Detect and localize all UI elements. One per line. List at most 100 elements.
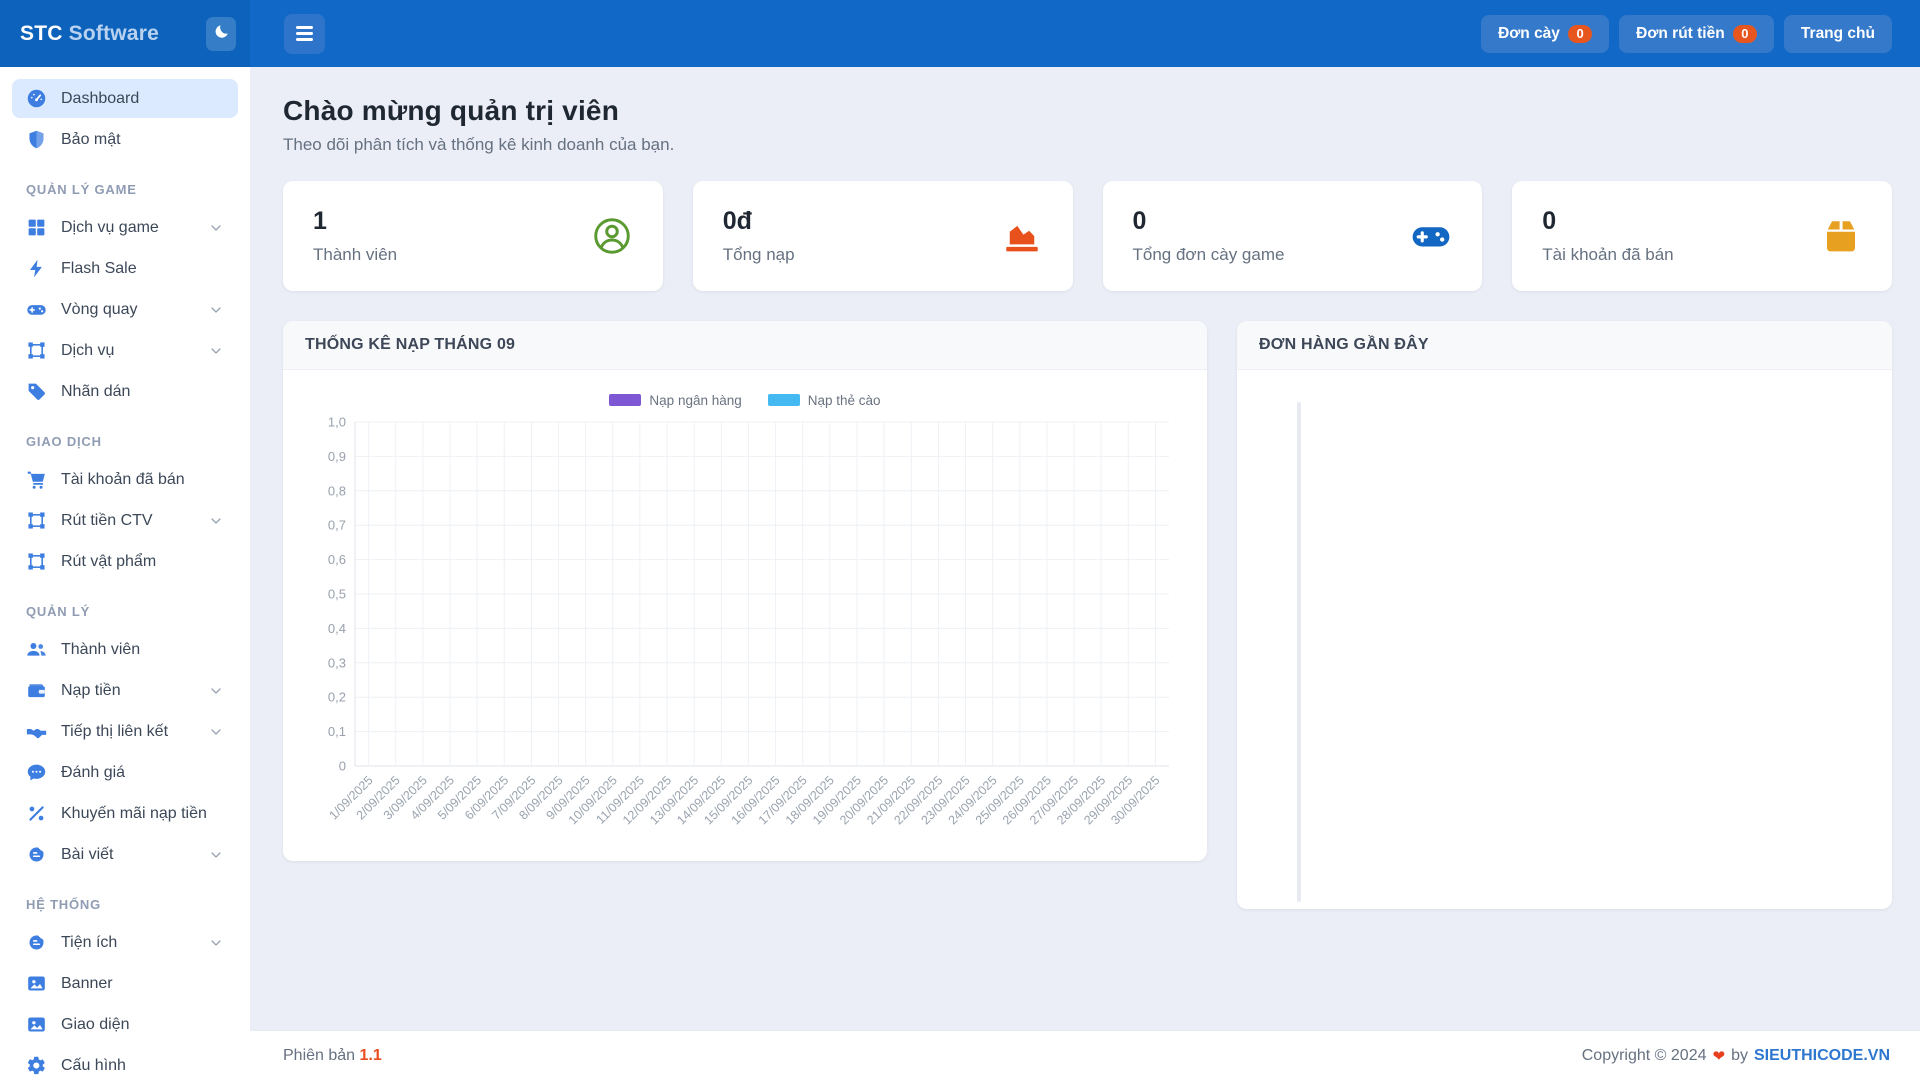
stat-label: Tổng đơn cày game bbox=[1133, 245, 1285, 265]
sidebar-item-bai-viet[interactable]: Bài viết bbox=[12, 835, 238, 874]
header-action-label: Trang chủ bbox=[1801, 25, 1875, 43]
blog-icon bbox=[26, 932, 47, 953]
image-icon bbox=[26, 1014, 47, 1035]
stat-value: 0 bbox=[1542, 207, 1673, 236]
stat-card: 0 Tài khoản đã bán bbox=[1512, 181, 1892, 291]
gear-icon bbox=[26, 1055, 47, 1076]
sidebar-item-tien-ich[interactable]: Tiện ích bbox=[12, 923, 238, 962]
legend-label: Nạp ngân hàng bbox=[649, 393, 741, 408]
sidebar-section-title: GIAO DỊCH bbox=[0, 413, 250, 458]
chevron-down-icon bbox=[208, 343, 224, 359]
sidebar-item-label: Tài khoản đã bán bbox=[61, 471, 224, 489]
sidebar-item-banner[interactable]: Banner bbox=[12, 964, 238, 1003]
header-action-don-rut-tien[interactable]: Đơn rút tiền 0 bbox=[1619, 15, 1774, 53]
sidebar-item-dich-vu-game[interactable]: Dịch vụ game bbox=[12, 208, 238, 247]
brand-bold: STC bbox=[20, 22, 63, 45]
brand-zone: STC Software bbox=[0, 0, 250, 67]
stat-card: 0 Tổng đơn cày game bbox=[1103, 181, 1483, 291]
sidebar-item-danh-gia[interactable]: Đánh giá bbox=[12, 753, 238, 792]
sidebar-item-label: Nạp tiền bbox=[61, 682, 194, 700]
gauge-icon bbox=[26, 88, 47, 109]
frame-icon bbox=[26, 510, 47, 531]
percent-icon bbox=[26, 803, 47, 824]
legend-item[interactable]: Nạp ngân hàng bbox=[609, 393, 741, 408]
header-action-label: Đơn rút tiền bbox=[1636, 25, 1725, 43]
sidebar-item-label: Flash Sale bbox=[61, 260, 224, 278]
sidebar-item-dashboard[interactable]: Dashboard bbox=[12, 79, 238, 118]
sidebar-item-rut-tien-ctv[interactable]: Rút tiền CTV bbox=[12, 501, 238, 540]
orders-panel-title: ĐƠN HÀNG GẦN ĐÂY bbox=[1237, 321, 1892, 370]
top-header: STC Software Đơn cày0 Đơn rút tiền 0 Trang … bbox=[0, 0, 1920, 67]
stat-label: Tài khoản đã bán bbox=[1542, 245, 1673, 265]
stat-label: Tổng nạp bbox=[723, 245, 795, 265]
sidebar-item-rut-vat-pham[interactable]: Rút vật phẩm bbox=[12, 542, 238, 581]
sidebar-item-khuyen-mai-nap-tien[interactable]: Khuyến mãi nạp tiền bbox=[12, 794, 238, 833]
header-action-label: Đơn cày bbox=[1498, 25, 1560, 43]
heart-icon: ❤ bbox=[1713, 1047, 1726, 1065]
cart-icon bbox=[26, 469, 47, 490]
svg-text:0,2: 0,2 bbox=[328, 690, 346, 705]
sidebar-item-tiep-thi-lien-ket[interactable]: Tiếp thị liên kết bbox=[12, 712, 238, 751]
svg-text:0,6: 0,6 bbox=[328, 552, 346, 567]
chart-legend: Nạp ngân hàng Nạp thẻ cào bbox=[307, 388, 1183, 412]
stat-value: 1 bbox=[313, 207, 397, 236]
sidebar-item-tai-khoan-da-ban[interactable]: Tài khoản đã bán bbox=[12, 460, 238, 499]
by-text: by bbox=[1731, 1047, 1748, 1065]
sidebar-item-vong-quay[interactable]: Vòng quay bbox=[12, 290, 238, 329]
sidebar-item-cau-hinh[interactable]: Cấu hình bbox=[12, 1046, 238, 1080]
chart-area-icon bbox=[1001, 215, 1043, 257]
stats-row: 1Thành viên0đTổng nạp0Tổng đơn cày game0… bbox=[283, 181, 1892, 291]
sidebar-item-label: Tiện ích bbox=[61, 934, 194, 952]
sidebar-item-nhan-dan[interactable]: Nhãn dán bbox=[12, 372, 238, 411]
sidebar-item-dich-vu[interactable]: Dịch vụ bbox=[12, 331, 238, 370]
sidebar-item-label: Dashboard bbox=[61, 90, 224, 108]
orders-panel-body bbox=[1237, 370, 1892, 909]
dark-mode-toggle[interactable] bbox=[206, 17, 236, 51]
grid-icon bbox=[26, 217, 47, 238]
svg-text:0: 0 bbox=[339, 759, 346, 774]
sidebar-item-label: Giao diện bbox=[61, 1016, 224, 1034]
sidebar-section-title: HỆ THỐNG bbox=[0, 876, 250, 921]
users-icon bbox=[26, 639, 47, 660]
header-main: Đơn cày0 Đơn rút tiền 0 Trang chủ bbox=[250, 0, 1920, 67]
sidebar-item-label: Nhãn dán bbox=[61, 383, 224, 401]
svg-text:0,1: 0,1 bbox=[328, 724, 346, 739]
count-badge: 0 bbox=[1733, 25, 1757, 43]
gamepad-icon bbox=[26, 299, 47, 320]
chevron-down-icon bbox=[208, 220, 224, 236]
header-action-don-cay[interactable]: Đơn cày0 bbox=[1481, 15, 1609, 53]
sidebar-item-label: Banner bbox=[61, 975, 224, 993]
chevron-down-icon bbox=[208, 935, 224, 951]
recharge-chart-panel: THỐNG KÊ NẠP THÁNG 09 Nạp ngân hàng Nạp t… bbox=[283, 321, 1207, 861]
sidebar-toggle-button[interactable] bbox=[284, 14, 325, 54]
handshake-icon bbox=[26, 721, 47, 742]
sieuthicode-link[interactable]: SIEUTHICODE.VN bbox=[1754, 1047, 1890, 1065]
sidebar-item-thanh-vien[interactable]: Thành viên bbox=[12, 630, 238, 669]
sidebar-item-flash-sale[interactable]: Flash Sale bbox=[12, 249, 238, 288]
page-subtitle: Theo dõi phân tích và thống kê kinh doan… bbox=[283, 135, 1892, 155]
shield-icon bbox=[26, 129, 47, 150]
sidebar: Dashboard Bảo mậtQUẢN LÝ GAMEDịch vụ game… bbox=[0, 67, 250, 1080]
sidebar-item-bao-mat[interactable]: Bảo mật bbox=[12, 120, 238, 159]
gamepad-icon bbox=[1410, 215, 1452, 257]
legend-item[interactable]: Nạp thẻ cào bbox=[768, 393, 881, 408]
sidebar-item-label: Thành viên bbox=[61, 641, 224, 659]
chevron-down-icon bbox=[208, 683, 224, 699]
chevron-down-icon bbox=[208, 513, 224, 529]
frame-icon bbox=[26, 340, 47, 361]
stat-card: 1Thành viên bbox=[283, 181, 663, 291]
recharge-chart: 1,00,90,80,70,60,50,40,30,20,101/09/2025… bbox=[307, 412, 1183, 853]
copyright-text: Copyright © 2024 bbox=[1582, 1047, 1707, 1065]
chart-panel-title: THỐNG KÊ NẠP THÁNG 09 bbox=[283, 321, 1207, 370]
sidebar-section-title: QUẢN LÝ GAME bbox=[0, 161, 250, 206]
legend-label: Nạp thẻ cào bbox=[808, 393, 881, 408]
sidebar-item-giao-dien[interactable]: Giao diện bbox=[12, 1005, 238, 1044]
version-number: 1.1 bbox=[360, 1047, 382, 1064]
stat-value: 0 bbox=[1133, 207, 1285, 236]
sidebar-item-nap-tien[interactable]: Nạp tiền bbox=[12, 671, 238, 710]
legend-swatch bbox=[609, 394, 641, 406]
svg-text:0,7: 0,7 bbox=[328, 518, 346, 533]
chevron-down-icon bbox=[208, 847, 224, 863]
header-action-trang-chu[interactable]: Trang chủ bbox=[1784, 15, 1892, 53]
sidebar-item-label: Vòng quay bbox=[61, 301, 194, 319]
